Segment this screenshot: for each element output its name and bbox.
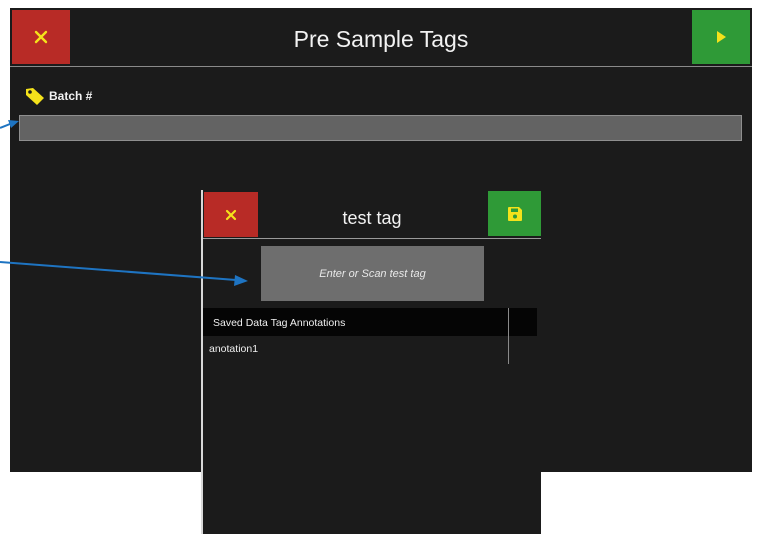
arrow-to-tag-button — [0, 261, 248, 286]
annotation-arrows — [0, 120, 248, 286]
arrow-to-batch-input — [0, 120, 19, 129]
